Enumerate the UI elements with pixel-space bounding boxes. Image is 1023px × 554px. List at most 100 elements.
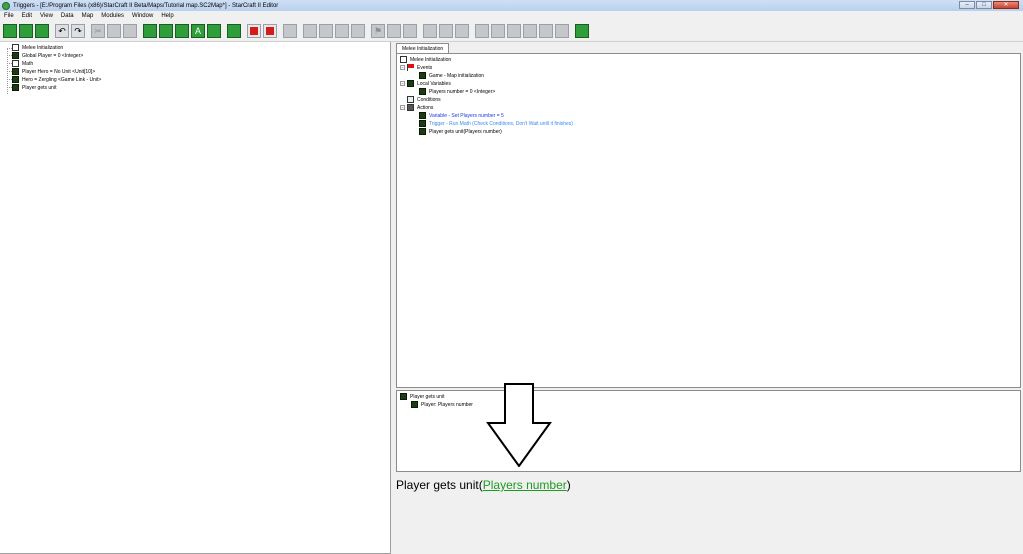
collapse-icon[interactable]: − [400,65,405,70]
outline-actions[interactable]: − Actions [400,104,433,111]
outline-action-item[interactable]: Player gets unit(Players number) [419,128,502,135]
new-subfunction-icon[interactable] [555,24,569,38]
trigger-list-item[interactable]: Melee Initialization [12,44,63,51]
function-summary-prefix: Player gets unit( [396,478,483,492]
function-icon [419,72,426,79]
new-record-icon[interactable] [439,24,453,38]
new-icon[interactable] [3,24,17,38]
down-arrow-icon [486,383,552,467]
menu-window[interactable]: Window [132,13,153,19]
script-icon[interactable] [575,24,589,38]
text-icon[interactable]: A [191,24,205,38]
title-bar: Triggers - [E:/Program Files (x86)/StarC… [0,0,1023,11]
parameter-icon [411,401,418,408]
new-library-icon[interactable] [455,24,469,38]
data-icon[interactable] [175,24,189,38]
trigger-list-item[interactable]: Math [12,60,33,67]
terrain-icon[interactable] [143,24,157,38]
actions-icon [407,104,414,111]
undo-icon[interactable]: ↶ [55,24,69,38]
menu-modules[interactable]: Modules [101,13,124,19]
function-icon [400,393,407,400]
new-variable-local-icon[interactable] [523,24,537,38]
minimize-button[interactable]: – [959,1,975,9]
menu-view[interactable]: View [40,13,53,19]
maximize-button[interactable]: □ [976,1,992,9]
outline-action-item[interactable]: Variable - Set Players number = 5 [419,112,504,119]
new-event-icon[interactable]: ⚑ [371,24,385,38]
function-icon [12,52,19,59]
outline-root[interactable]: Melee Initialization [400,56,451,63]
collapse-icon[interactable]: − [400,105,405,110]
new-event-local-icon[interactable] [539,24,553,38]
menu-data[interactable]: Data [61,13,74,19]
outline-local-variables-label: Local Variables [417,80,451,87]
open-icon[interactable] [19,24,33,38]
trigger-list-item[interactable]: Hero = Zergling <Game Link - Unit> [12,76,101,83]
variable-icon [407,80,414,87]
outline-variable-item[interactable]: Players number = 0 <Integer> [419,88,495,95]
document-icon [12,60,19,67]
trigger-editor-area: Melee Initialization Melee Initializatio… [394,42,1023,554]
conditions-icon [407,96,414,103]
new-condition-icon[interactable] [387,24,401,38]
new-folder-icon[interactable] [303,24,317,38]
function-summary: Player gets unit(Players number) [396,478,571,492]
stop-icon[interactable] [247,24,261,38]
trigger-icon[interactable] [159,24,173,38]
trigger-list-item-label: Math [22,60,34,67]
cut-icon[interactable]: ✂ [91,24,105,38]
new-element-icon[interactable] [491,24,505,38]
outline-local-variables[interactable]: − Local Variables [400,80,451,87]
new-action-definition-icon[interactable] [403,24,417,38]
outline-events[interactable]: − Events [400,64,432,71]
trigger-list-item[interactable]: Player gets unit [12,84,56,91]
outline-root-label: Melee Initialization [410,56,452,63]
outline-conditions-label: Conditions [417,96,441,103]
outline-events-label: Events [417,64,433,71]
window-controls: – □ ✕ [959,1,1019,9]
trigger-list-item-label: Player gets unit [22,84,57,91]
new-variable-icon[interactable] [319,24,333,38]
outline-actions-label: Actions [417,104,434,111]
new-function-icon[interactable] [351,24,365,38]
window-title: Triggers - [E:/Program Files (x86)/StarC… [13,2,279,9]
close-button[interactable]: ✕ [993,1,1019,9]
document-icon [400,56,407,63]
trigger-list-panel[interactable]: Melee Initialization Global Player = 0 <… [0,42,391,554]
outline-conditions[interactable]: Conditions [407,96,441,103]
function-tree-root-label: Player gets unit [410,393,445,400]
function-tree-param[interactable]: Player: Players number [411,401,473,408]
save-icon[interactable] [35,24,49,38]
menu-file[interactable]: File [4,13,14,19]
trigger-list-item[interactable]: Global Player = 0 <Integer> [12,52,83,59]
collapse-icon[interactable]: − [400,81,405,86]
import-icon[interactable] [207,24,221,38]
test-map-icon[interactable] [227,24,241,38]
new-preset-icon[interactable] [423,24,437,38]
new-action-icon[interactable] [335,24,349,38]
trigger-list-item-label: Melee Initialization [22,44,64,51]
new-parameter-icon[interactable] [507,24,521,38]
app-icon [2,1,10,10]
outline-action-item[interactable]: Trigger - Run Math (Check Conditions, Do… [419,120,573,127]
redo-icon[interactable]: ↷ [71,24,85,38]
variable-label: Players number = 0 <Integer> [429,88,496,95]
paste-icon[interactable] [123,24,137,38]
break-icon[interactable] [263,24,277,38]
parameter-link[interactable]: Players number [483,478,567,492]
trigger-outline-panel[interactable]: Melee Initialization − Events Game - Map… [396,53,1021,388]
trigger-list-item-label: Hero = Zergling <Game Link - Unit> [22,76,102,83]
menu-help[interactable]: Help [161,13,173,19]
outline-event-item[interactable]: Game - Map initialization [419,72,484,79]
new-comment-icon[interactable] [475,24,489,38]
trigger-list-item[interactable]: Player Hero = No Unit <Unit[10]> [12,68,95,75]
variable-icon [419,88,426,95]
copy-icon[interactable] [107,24,121,38]
menu-map[interactable]: Map [82,13,94,19]
function-tree-root[interactable]: Player gets unit [400,393,444,400]
function-icon [419,120,426,127]
new-trigger-icon[interactable] [283,24,297,38]
function-icon [12,76,19,83]
menu-edit[interactable]: Edit [22,13,32,19]
